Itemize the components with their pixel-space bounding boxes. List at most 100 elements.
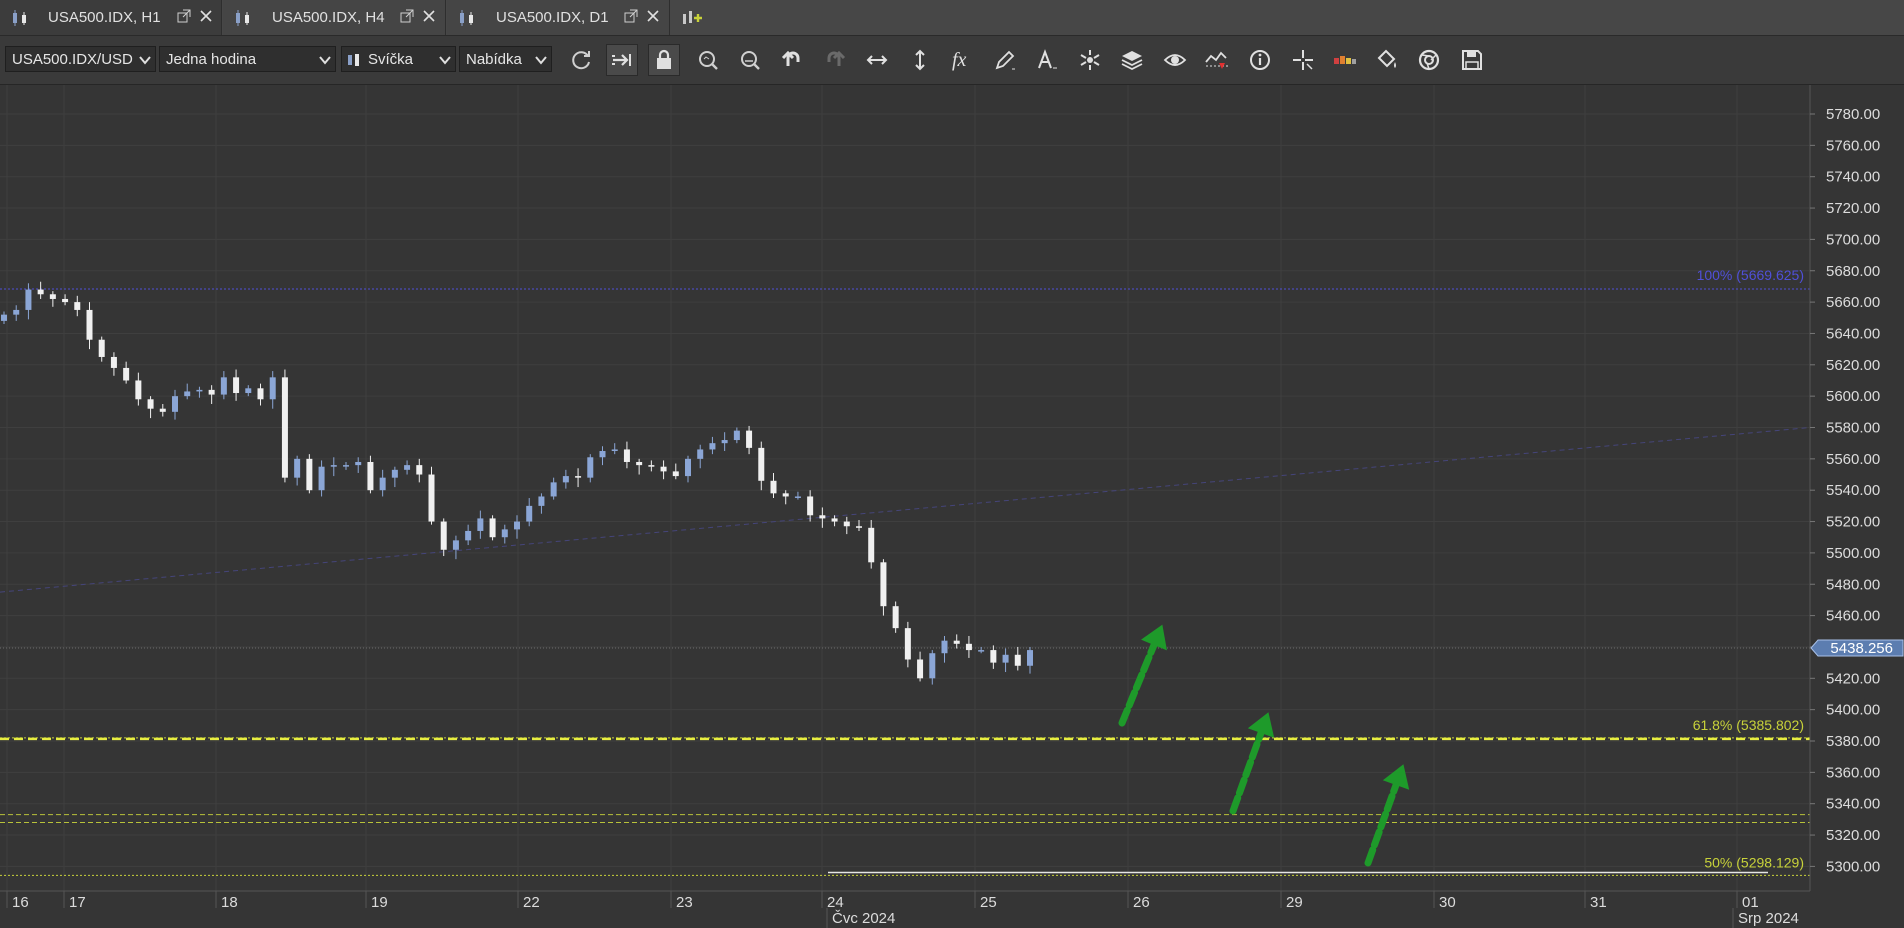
candle-body: [965, 643, 972, 651]
zoom-in-icon[interactable]: [692, 44, 724, 76]
x-tick-label: 18: [221, 894, 238, 911]
candle-body: [843, 521, 850, 527]
candle-body: [318, 466, 325, 491]
tab-usa500-d1[interactable]: USA500.IDX, D1: [447, 0, 670, 35]
candle-body: [782, 493, 789, 497]
y-tick-label: 5560.00: [1826, 451, 1880, 468]
x-tick-label: 29: [1286, 894, 1303, 911]
time-axis[interactable]: [0, 891, 1904, 928]
redo-icon[interactable]: [819, 44, 851, 76]
candle-body: [697, 449, 704, 459]
popout-icon[interactable]: [177, 9, 191, 26]
candle-body: [1014, 654, 1021, 666]
period-select[interactable]: Jedna hodina: [159, 46, 336, 72]
candle-body: [733, 430, 740, 441]
x-tick-label: 22: [523, 894, 540, 911]
fib-level-label: 100% (5669.625): [1697, 267, 1804, 283]
candle-body: [147, 399, 154, 409]
candle-body: [746, 430, 753, 448]
tab-bar: USA500.IDX, H1 USA500.IDX, H4 USA500.IDX…: [0, 0, 1904, 36]
chevron-down-icon: [319, 53, 331, 70]
alerts-icon[interactable]: [1201, 44, 1233, 76]
tab-usa500-h4[interactable]: USA500.IDX, H4: [223, 0, 446, 35]
candle-body: [49, 294, 56, 299]
chevron-down-icon: [439, 53, 451, 70]
layers-icon[interactable]: [1116, 44, 1148, 76]
candle-body: [391, 469, 398, 478]
vertical-scale-icon[interactable]: [904, 44, 936, 76]
undo-icon[interactable]: [776, 44, 808, 76]
candle-body: [355, 461, 362, 466]
popout-icon[interactable]: [624, 9, 638, 26]
y-tick-label: 5320.00: [1826, 827, 1880, 844]
pencil-draw-icon[interactable]: [989, 44, 1021, 76]
instrument-select[interactable]: USA500.IDX/USD: [5, 46, 156, 72]
x-tick-label: 30: [1439, 894, 1456, 911]
y-tick-label: 5660.00: [1826, 294, 1880, 311]
lock-icon[interactable]: [648, 44, 680, 76]
candle-body: [25, 289, 32, 310]
chart-area[interactable]: 5780.00 5760.00 5740.00 5720.00 5700.00 5680.…: [0, 85, 1904, 928]
candle-body: [98, 339, 105, 357]
candle-body: [941, 640, 948, 654]
price-chart[interactable]: 5780.00 5760.00 5740.00 5720.00 5700.00 5680.…: [0, 85, 1904, 928]
y-tick-label: 5760.00: [1826, 137, 1880, 154]
x-tick-label: 25: [980, 894, 997, 911]
zoom-out-icon[interactable]: [734, 44, 766, 76]
price-side-select[interactable]: Nabídka: [459, 46, 552, 72]
close-icon[interactable]: [421, 8, 437, 27]
popout-icon[interactable]: [400, 9, 414, 26]
candle-body: [428, 474, 435, 522]
candle-body: [37, 289, 44, 295]
candle-body: [220, 377, 227, 395]
period-label-aug: Srp 2024: [1738, 910, 1799, 927]
crosshair-icon[interactable]: [1287, 44, 1319, 76]
candle-body: [819, 515, 826, 519]
y-tick-label: 5580.00: [1826, 420, 1880, 437]
shift-chart-icon[interactable]: [606, 44, 638, 76]
y-tick-label: 5460.00: [1826, 608, 1880, 625]
candle-body: [233, 377, 240, 394]
svg-text:fx: fx: [952, 49, 967, 71]
candle-body: [440, 521, 447, 550]
objects-star-icon[interactable]: [1074, 44, 1106, 76]
themes-icon[interactable]: [1413, 44, 1445, 76]
candle-body: [172, 396, 178, 412]
indicators-fx-icon[interactable]: fx: [947, 44, 979, 76]
chart-type-select[interactable]: Svíčka: [341, 46, 456, 72]
candle-body: [62, 298, 69, 303]
horizontal-scale-icon[interactable]: [861, 44, 893, 76]
add-chart-tab-icon[interactable]: [680, 8, 704, 31]
save-icon[interactable]: [1456, 44, 1488, 76]
candlestick-icon: [459, 10, 479, 29]
x-tick-label: 01: [1742, 894, 1759, 911]
candle-body: [343, 465, 349, 467]
candle-body: [562, 476, 569, 483]
candle-body: [587, 457, 594, 478]
y-tick-label: 5400.00: [1826, 702, 1880, 719]
tab-usa500-h1[interactable]: USA500.IDX, H1: [0, 0, 222, 35]
refresh-icon[interactable]: [565, 44, 597, 76]
y-tick-label: 5620.00: [1826, 357, 1880, 374]
eye-icon[interactable]: [1159, 44, 1191, 76]
chart-type-value: Svíčka: [368, 51, 414, 68]
color-scale-icon[interactable]: [1329, 44, 1361, 76]
y-tick-label: 5340.00: [1826, 796, 1880, 813]
period-label-jul: Čvc 2024: [832, 910, 895, 927]
tab-label: USA500.IDX, H1: [48, 9, 161, 26]
text-tool-icon[interactable]: [1031, 44, 1063, 76]
candle-body: [514, 521, 520, 530]
candle-body: [978, 650, 985, 652]
paint-bucket-icon[interactable]: [1371, 44, 1403, 76]
close-icon[interactable]: [198, 8, 214, 27]
current-price-marker: 5438.256: [1810, 639, 1904, 657]
candle-body: [416, 465, 423, 475]
close-icon[interactable]: [645, 8, 661, 27]
candle-body: [501, 529, 508, 538]
y-tick-label: 5640.00: [1826, 325, 1880, 342]
info-icon[interactable]: [1244, 44, 1276, 76]
candle-body: [672, 471, 679, 477]
x-tick-label: 23: [676, 894, 693, 911]
x-tick-label: 24: [827, 894, 844, 911]
candle-body: [685, 458, 691, 477]
